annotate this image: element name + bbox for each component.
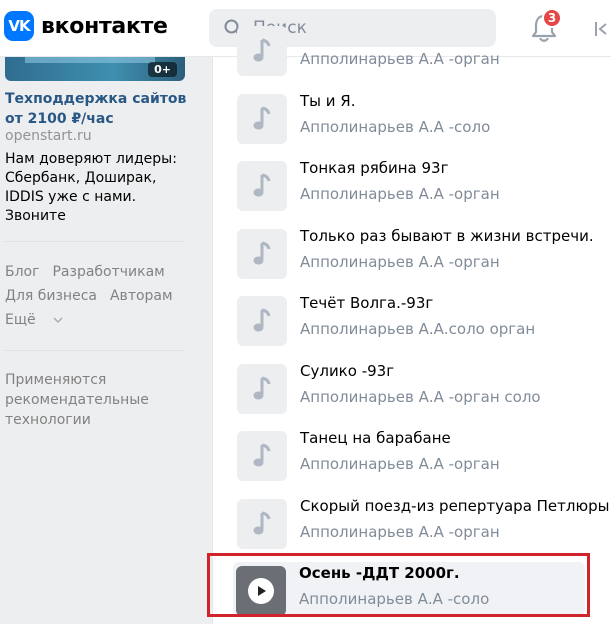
track-row[interactable]: Сулико -93г Апполинарьев А.А -орган соло — [237, 359, 611, 421]
track-row[interactable]: Тонкая рябина 93г Апполинарьев А.А -орга… — [237, 156, 611, 218]
music-note-icon — [253, 511, 271, 535]
track-title: Ты и Я. — [300, 92, 356, 110]
recommendation-notice[interactable]: Применяются рекомендательные технологии — [5, 370, 165, 430]
music-note-icon — [253, 38, 271, 62]
ad-age-badge: 0+ — [148, 62, 177, 77]
track-row[interactable]: Ты и Я. Апполинарьев А.А -соло — [237, 89, 611, 151]
track-row[interactable]: Скорый поезд-из репертуара Петлюры Аппол… — [237, 494, 611, 556]
track-cover — [237, 431, 287, 481]
track-title: Танец на барабане — [300, 429, 451, 447]
track-cover — [237, 26, 287, 76]
music-note-icon — [253, 173, 271, 197]
track-artist[interactable]: Апполинарьев А.А -орган — [300, 50, 500, 68]
highlight-box — [207, 553, 590, 617]
footer-links: Блог Разработчикам Для бизнеса Авторам Ещё — [5, 260, 195, 332]
track-title: Тонкая рябина 93г — [300, 159, 449, 177]
track-artist[interactable]: Апполинарьев А.А -орган — [300, 523, 500, 541]
track-artist[interactable]: Апполинарьев А.А.соло орган — [300, 320, 535, 338]
track-artist[interactable]: Апполинарьев А.А -орган — [300, 455, 500, 473]
footer-link-developers[interactable]: Разработчикам — [52, 264, 164, 280]
track-title: Сулико -93г — [300, 362, 395, 380]
vk-logo-text: вконтакте — [41, 13, 168, 39]
track-row[interactable]: Течёт Волга.-93г Апполинарьев А.А.соло о… — [237, 291, 611, 353]
footer-link-authors[interactable]: Авторам — [110, 288, 173, 304]
chevron-down-icon — [53, 317, 63, 324]
track-title: Течёт Волга.-93г — [300, 294, 434, 312]
track-artist[interactable]: Апполинарьев А.А -соло — [300, 118, 490, 136]
ad-title[interactable]: Техподдержка сайтов от 2100 ₽/час — [5, 89, 195, 129]
vk-logo[interactable]: VK вконтакте — [4, 11, 168, 41]
track-cover — [237, 499, 287, 549]
track-title: Только раз бывают в жизни встречи. — [300, 227, 594, 245]
audio-list: Апполинарьев А.А -орган Ты и Я. Апполина… — [212, 26, 611, 624]
music-note-icon — [253, 376, 271, 400]
track-row[interactable]: Танец на барабане Апполинарьев А.А -орга… — [237, 426, 611, 488]
track-artist[interactable]: Апполинарьев А.А -орган — [300, 253, 500, 271]
footer-more-button[interactable]: Ещё — [5, 308, 63, 332]
track-cover — [237, 364, 287, 414]
footer-link-blog[interactable]: Блог — [5, 264, 39, 280]
track-row[interactable]: Только раз бывают в жизни встречи. Аппол… — [237, 224, 611, 286]
track-row[interactable]: Апполинарьев А.А -орган — [237, 21, 611, 83]
track-cover — [237, 161, 287, 211]
ad-domain[interactable]: openstart.ru — [5, 128, 92, 144]
footer-more-label: Ещё — [5, 312, 36, 328]
track-cover — [237, 296, 287, 346]
track-artist[interactable]: Апполинарьев А.А -орган соло — [300, 388, 541, 406]
track-cover — [237, 94, 287, 144]
sidebar-divider — [5, 241, 185, 242]
music-note-icon — [253, 106, 271, 130]
track-cover — [237, 229, 287, 279]
music-note-icon — [253, 443, 271, 467]
vk-logo-mark: VK — [4, 11, 34, 41]
track-artist[interactable]: Апполинарьев А.А -орган — [300, 185, 500, 203]
track-title: Скорый поезд-из репертуара Петлюры — [300, 497, 610, 515]
music-note-icon — [253, 241, 271, 265]
footer-link-business[interactable]: Для бизнеса — [5, 288, 97, 304]
ad-image[interactable]: 0+ — [5, 57, 185, 81]
sidebar-divider — [5, 350, 185, 351]
ad-description: Нам доверяют лидеры: Сбербанк, Доширак, … — [5, 151, 177, 224]
music-note-icon — [253, 308, 271, 332]
ad-image-stripe — [25, 57, 155, 63]
